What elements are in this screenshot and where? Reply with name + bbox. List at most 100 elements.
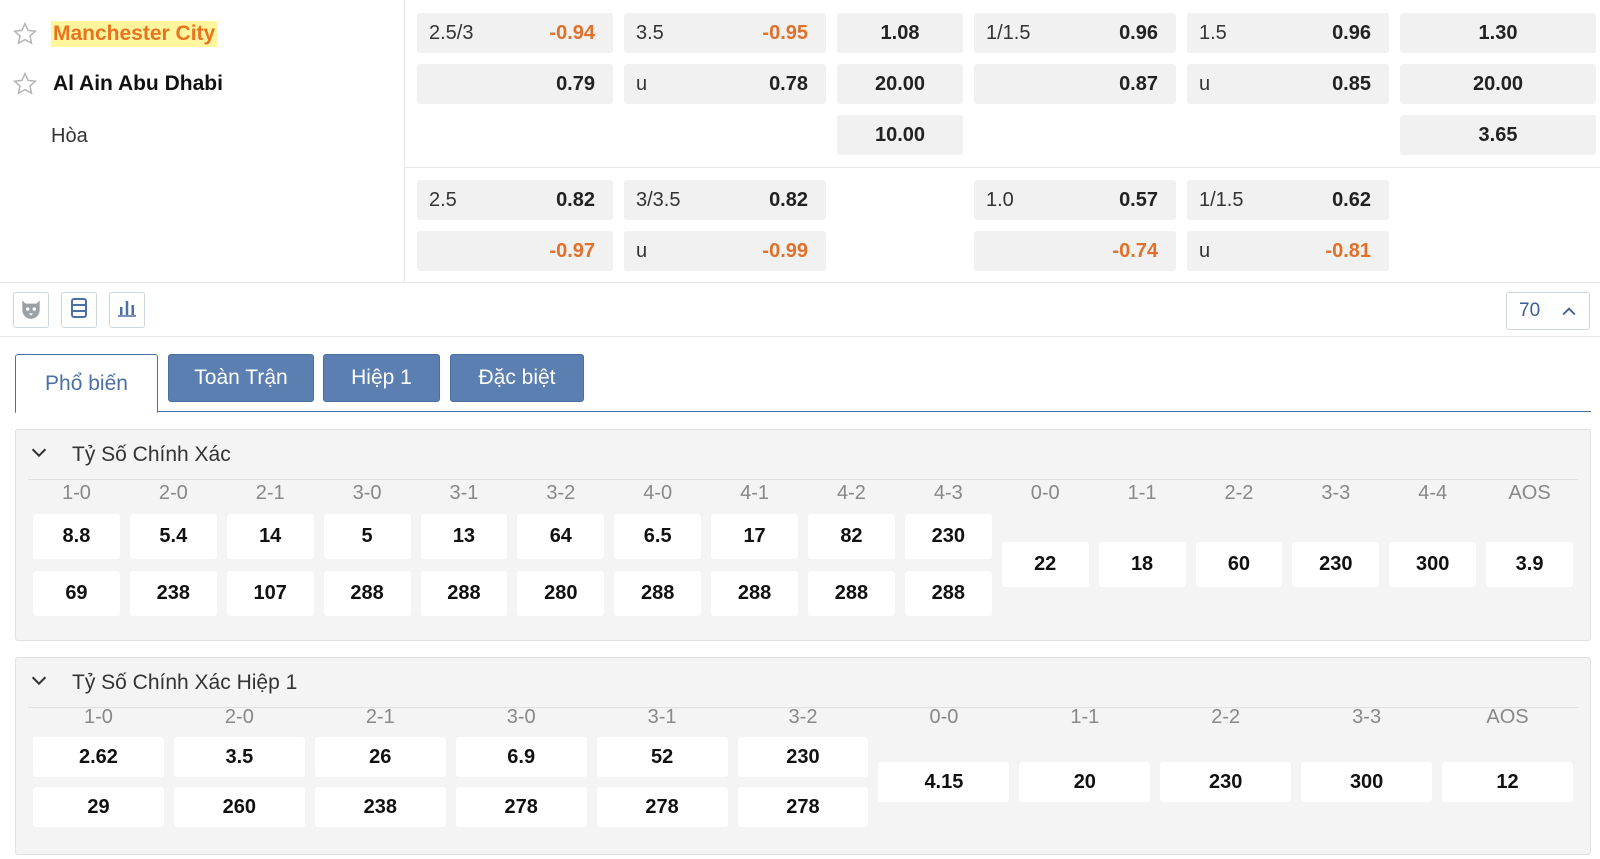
correct-score-ht-header[interactable]: Tỷ Số Chính Xác Hiệp 1 xyxy=(28,658,1578,708)
draw-score-odds[interactable]: 20 xyxy=(1019,762,1151,802)
favorite-star-icon[interactable] xyxy=(10,69,40,99)
home-score-odds[interactable]: 2.62 xyxy=(33,737,164,777)
odds-value: 20 xyxy=(1073,770,1096,793)
draw-score-odds[interactable]: 18 xyxy=(1098,542,1186,587)
x12-away-odds[interactable]: 20.00 xyxy=(837,64,963,104)
ht-x12-home-odds[interactable]: 1.30 xyxy=(1400,13,1596,53)
market-count-toggle[interactable]: 70 xyxy=(1506,292,1590,330)
alt-overunder-over-odds[interactable]: 3/3.5 0.82 xyxy=(624,180,826,220)
ht-x12-away-odds[interactable]: 20.00 xyxy=(1400,64,1596,104)
handicap-home-odds[interactable]: 2.5/3 -0.94 xyxy=(417,13,613,53)
draw-score-odds[interactable]: 300 xyxy=(1301,762,1433,802)
away-score-odds[interactable]: 288 xyxy=(808,571,895,616)
away-score-odds[interactable]: 69 xyxy=(33,571,120,616)
tab-full-match[interactable]: Toàn Trận xyxy=(168,354,314,402)
draw-score-odds[interactable]: 300 xyxy=(1389,542,1477,587)
away-score-odds[interactable]: 278 xyxy=(596,787,728,827)
home-score-odds[interactable]: 14 xyxy=(226,514,314,559)
home-score-odds[interactable]: 26 xyxy=(314,737,446,777)
ht-handicap-away-odds[interactable]: 0.87 xyxy=(974,64,1176,104)
draw-score-odds[interactable]: 4.15 xyxy=(878,762,1010,802)
odds-value: -0.97 xyxy=(549,239,595,262)
x12-home-odds[interactable]: 1.08 xyxy=(837,13,963,53)
away-score-odds[interactable]: 238 xyxy=(129,571,217,616)
alt-ht-handicap-away-odds[interactable]: -0.74 xyxy=(974,231,1176,271)
odds-value: 0.78 xyxy=(769,72,808,95)
x12-draw-odds[interactable]: 10.00 xyxy=(837,115,963,155)
away-score-odds[interactable]: 288 xyxy=(711,571,798,616)
home-score-odds[interactable]: 52 xyxy=(596,737,728,777)
score-header: 2-2 xyxy=(1211,706,1241,728)
under-label: u xyxy=(1199,72,1211,95)
away-score-odds[interactable]: 280 xyxy=(517,571,605,616)
away-score-odds[interactable]: 288 xyxy=(323,571,411,616)
score-header: 4-1 xyxy=(740,482,770,504)
ht-x12-draw-odds[interactable]: 3.65 xyxy=(1400,115,1596,155)
odds-value: 288 xyxy=(834,582,869,604)
handicap-line: 1.0 xyxy=(986,188,1014,211)
home-score-odds[interactable]: 17 xyxy=(711,514,798,559)
home-score-odds[interactable]: 8.8 xyxy=(33,514,120,559)
home-score-odds[interactable]: 230 xyxy=(904,514,992,559)
overunder-under-odds[interactable]: u 0.78 xyxy=(624,64,826,104)
animation-button[interactable] xyxy=(13,292,49,328)
odds-value: 260 xyxy=(222,795,257,818)
draw-score-odds[interactable]: 3.9 xyxy=(1486,542,1573,587)
odds-value: 18 xyxy=(1130,553,1154,575)
away-score-odds[interactable]: 278 xyxy=(737,787,869,827)
ht-overunder-over-odds[interactable]: 1.5 0.96 xyxy=(1187,13,1389,53)
ht-overunder-under-odds[interactable]: u 0.85 xyxy=(1187,64,1389,104)
correct-score-panel: Tỷ Số Chính Xác 1-0 8.8 69 2-0 5.4 238 2-1 14 10… xyxy=(15,429,1591,641)
stats-button[interactable] xyxy=(109,292,145,328)
tab-label: Toàn Trận xyxy=(194,366,288,389)
draw-score-odds[interactable]: 22 xyxy=(1001,542,1089,587)
correct-score-header[interactable]: Tỷ Số Chính Xác xyxy=(28,430,1578,480)
overunder-line: 3/3.5 xyxy=(636,188,681,211)
draw-score-odds[interactable]: 12 xyxy=(1442,762,1573,802)
home-score-odds[interactable]: 6.9 xyxy=(455,737,587,777)
home-score-odds[interactable]: 230 xyxy=(737,737,869,777)
tab-first-half[interactable]: Hiệp 1 xyxy=(323,354,440,402)
alt-overunder-under-odds[interactable]: u -0.99 xyxy=(624,231,826,271)
handicap-line: 2.5 xyxy=(429,188,457,211)
alt-ht-handicap-home-odds[interactable]: 1.0 0.57 xyxy=(974,180,1176,220)
away-score-odds[interactable]: 288 xyxy=(614,571,702,616)
away-score-odds[interactable]: 29 xyxy=(33,787,164,827)
away-score-odds[interactable]: 278 xyxy=(455,787,587,827)
odds-value: 5.4 xyxy=(159,525,188,547)
home-score-odds[interactable]: 5.4 xyxy=(129,514,217,559)
away-score-odds[interactable]: 107 xyxy=(226,571,314,616)
odds-value: 288 xyxy=(447,582,481,604)
divider xyxy=(405,167,1600,168)
draw-score-odds[interactable]: 230 xyxy=(1292,542,1380,587)
chevron-down-icon xyxy=(28,441,50,468)
list-view-button[interactable] xyxy=(61,292,97,328)
away-score-odds[interactable]: 288 xyxy=(420,571,508,616)
odds-value: 60 xyxy=(1227,553,1251,575)
draw-score-odds[interactable]: 60 xyxy=(1195,542,1283,587)
tab-popular[interactable]: Phổ biến xyxy=(15,354,158,413)
away-score-odds[interactable]: 260 xyxy=(173,787,305,827)
chevron-down-icon xyxy=(28,669,50,696)
home-score-odds[interactable]: 5 xyxy=(323,514,411,559)
alt-handicap-away-odds[interactable]: -0.97 xyxy=(417,231,613,271)
home-score-odds[interactable]: 64 xyxy=(517,514,605,559)
alt-ht-overunder-under-odds[interactable]: u -0.81 xyxy=(1187,231,1389,271)
odds-value: 22 xyxy=(1034,553,1057,575)
tab-special[interactable]: Đặc biệt xyxy=(450,354,584,402)
odds-value: 0.96 xyxy=(1119,21,1158,44)
home-score-odds[interactable]: 3.5 xyxy=(173,737,305,777)
odds-value: 52 xyxy=(650,745,674,768)
ht-handicap-home-odds[interactable]: 1/1.5 0.96 xyxy=(974,13,1176,53)
draw-score-odds[interactable]: 230 xyxy=(1160,762,1292,802)
alt-handicap-home-odds[interactable]: 2.5 0.82 xyxy=(417,180,613,220)
away-score-odds[interactable]: 238 xyxy=(314,787,446,827)
home-score-odds[interactable]: 82 xyxy=(808,514,895,559)
away-score-odds[interactable]: 288 xyxy=(904,571,992,616)
favorite-star-icon[interactable] xyxy=(10,19,40,49)
overunder-over-odds[interactable]: 3.5 -0.95 xyxy=(624,13,826,53)
home-score-odds[interactable]: 6.5 xyxy=(614,514,702,559)
alt-ht-overunder-over-odds[interactable]: 1/1.5 0.62 xyxy=(1187,180,1389,220)
handicap-away-odds[interactable]: 0.79 xyxy=(417,64,613,104)
home-score-odds[interactable]: 13 xyxy=(420,514,508,559)
